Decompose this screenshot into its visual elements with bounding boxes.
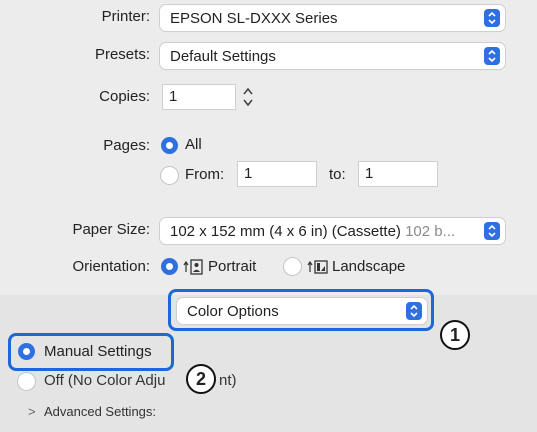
chevron-right-icon[interactable]: >: [28, 404, 36, 419]
copies-stepper[interactable]: [240, 84, 256, 110]
landscape-icon: [306, 259, 328, 279]
pages-to-field[interactable]: 1: [359, 162, 437, 186]
presets-value: Default Settings: [170, 47, 276, 65]
paper-size-label: Paper Size:: [72, 221, 150, 238]
advanced-settings-label[interactable]: Advanced Settings:: [44, 404, 156, 419]
orientation-label: Orientation:: [72, 258, 150, 275]
paper-size-value: 102 x 152 mm (4 x 6 in) (Cassette): [170, 222, 401, 240]
pages-all-radio[interactable]: [161, 137, 178, 154]
chevron-updown-icon: [484, 47, 500, 65]
portrait-icon: [182, 259, 204, 279]
manual-settings-highlight: [8, 333, 174, 371]
color-options-highlight: [168, 289, 434, 331]
copies-label: Copies:: [99, 88, 150, 105]
pages-label: Pages:: [103, 137, 150, 154]
paper-size-value-dim: 102 b...: [405, 222, 456, 240]
callout-1: 1: [440, 320, 470, 350]
off-no-color-label-left: Off (No Color Adju: [44, 372, 166, 389]
printer-value: EPSON SL-DXXX Series: [170, 9, 338, 27]
callout-2: 2: [186, 364, 216, 394]
off-no-color-radio[interactable]: [18, 373, 35, 390]
presets-popup[interactable]: Default Settings: [160, 43, 505, 69]
orientation-landscape-label: Landscape: [332, 258, 406, 275]
pages-to-label: to:: [329, 166, 346, 183]
pages-from-field[interactable]: 1: [238, 162, 316, 186]
pages-all-label: All: [185, 136, 202, 153]
chevron-updown-icon: [484, 9, 500, 27]
off-no-color-label-right: nt): [219, 372, 237, 389]
copies-field[interactable]: 1: [163, 85, 235, 109]
printer-label: Printer:: [101, 8, 150, 25]
pages-from-radio[interactable]: [161, 167, 178, 184]
chevron-updown-icon: [484, 222, 500, 240]
pages-from-label: From:: [185, 166, 225, 183]
printer-popup[interactable]: EPSON SL-DXXX Series: [160, 5, 505, 31]
paper-size-popup[interactable]: 102 x 152 mm (4 x 6 in) (Cassette) 102 b…: [160, 218, 505, 244]
presets-label: Presets:: [94, 46, 150, 63]
orientation-portrait-radio[interactable]: [161, 258, 178, 275]
orientation-landscape-radio[interactable]: [284, 258, 301, 275]
orientation-portrait-label: Portrait: [208, 258, 257, 275]
